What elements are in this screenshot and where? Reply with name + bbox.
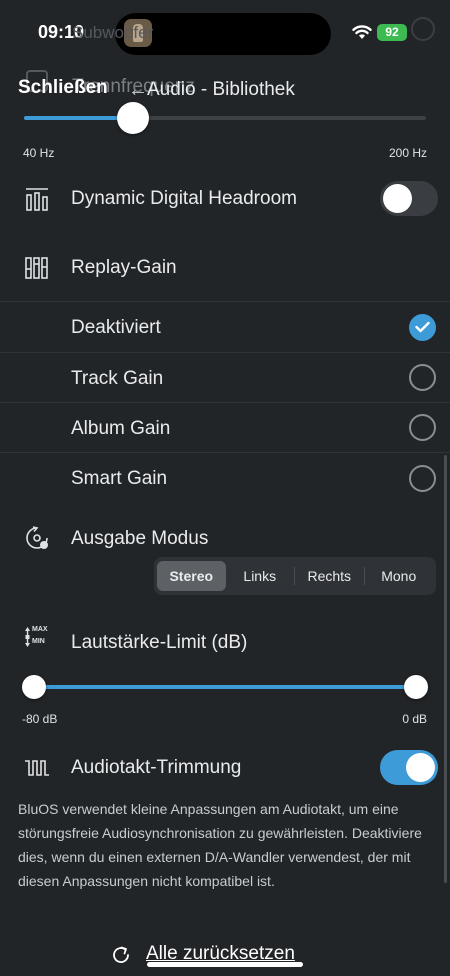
close-button[interactable]: Schließen bbox=[18, 77, 108, 99]
clock-trim-toggle[interactable] bbox=[380, 750, 438, 785]
crossover-slider-thumb[interactable] bbox=[116, 102, 149, 134]
segment-links[interactable]: Links bbox=[226, 561, 295, 591]
crossover-min-label: 40 Hz bbox=[23, 146, 55, 160]
volume-limit-max-label: 0 dB bbox=[402, 712, 427, 726]
divider bbox=[0, 301, 450, 302]
ddh-label: Dynamic Digital Headroom bbox=[71, 188, 297, 209]
arrow-left-icon[interactable]: ← bbox=[128, 79, 148, 102]
check-icon[interactable] bbox=[409, 314, 436, 341]
output-settings-icon bbox=[26, 526, 48, 549]
volume-limit-icon: MAX MIN bbox=[24, 626, 52, 648]
volume-limit-track[interactable] bbox=[34, 685, 416, 689]
ghost-radio-icon bbox=[411, 17, 435, 41]
crossover-max-label: 200 Hz bbox=[388, 146, 427, 160]
output-mode-segmented-control[interactable]: Stereo Links Rechts Mono bbox=[154, 557, 436, 595]
levels-icon bbox=[25, 257, 48, 279]
ddh-toggle[interactable] bbox=[380, 181, 438, 216]
option-track-gain[interactable]: Track Gain bbox=[71, 368, 163, 390]
battery-indicator: 92 bbox=[377, 24, 407, 41]
option-smart-gain[interactable]: Smart Gain bbox=[71, 468, 167, 490]
scrollbar[interactable] bbox=[444, 455, 447, 883]
wifi-icon bbox=[352, 25, 372, 39]
replay-gain-label: Replay-Gain bbox=[71, 257, 177, 278]
volume-limit-label: Lautstärke-Limit (dB) bbox=[71, 632, 248, 653]
radio-icon[interactable] bbox=[409, 465, 436, 492]
home-indicator bbox=[147, 962, 303, 967]
segment-stereo[interactable]: Stereo bbox=[157, 561, 226, 591]
equalizer-icon bbox=[26, 188, 48, 211]
refresh-icon bbox=[113, 946, 129, 963]
option-album-gain[interactable]: Album Gain bbox=[71, 418, 170, 440]
clock-trim-label: Audiotakt-Trimmung bbox=[71, 757, 242, 778]
clock-trim-description: BluOS verwendet kleine Anpassungen am Au… bbox=[18, 801, 422, 889]
volume-limit-low-thumb[interactable] bbox=[22, 675, 46, 699]
segment-rechts[interactable]: Rechts bbox=[295, 561, 364, 591]
divider bbox=[0, 452, 450, 453]
volume-limit-min-label: -80 dB bbox=[22, 712, 58, 726]
behind-page-title: Subwoofer bbox=[72, 23, 154, 42]
divider bbox=[0, 352, 450, 353]
volume-limit-high-thumb[interactable] bbox=[404, 675, 428, 699]
page-title: Audio - Bibliothek bbox=[147, 79, 295, 100]
radio-icon[interactable] bbox=[409, 364, 436, 391]
radio-icon[interactable] bbox=[409, 414, 436, 441]
option-deaktiviert[interactable]: Deaktiviert bbox=[71, 317, 161, 339]
min-label: MIN bbox=[32, 638, 45, 645]
divider bbox=[0, 402, 450, 403]
max-label: MAX bbox=[32, 626, 48, 633]
segment-mono[interactable]: Mono bbox=[365, 561, 434, 591]
output-mode-label: Ausgabe Modus bbox=[71, 528, 209, 549]
clock-wave-icon bbox=[25, 760, 49, 776]
